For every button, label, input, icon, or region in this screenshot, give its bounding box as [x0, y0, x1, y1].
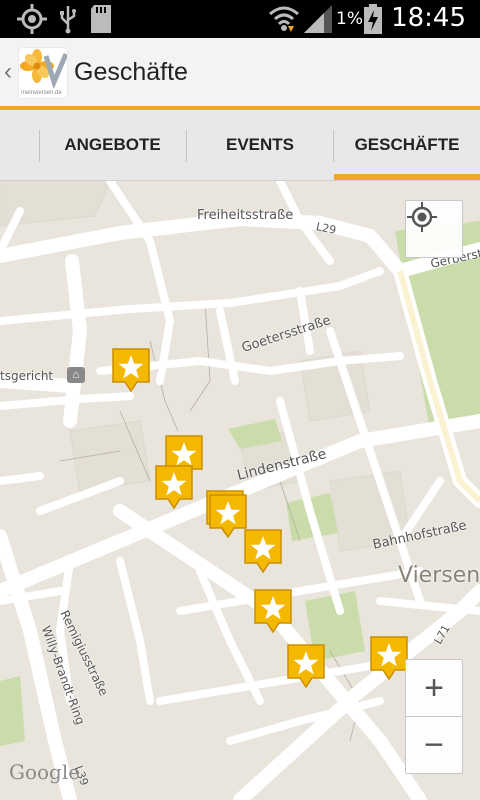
- my-location-icon: [407, 202, 437, 232]
- tab-geschaefte[interactable]: GESCHÄFTE: [334, 110, 480, 180]
- flower-logo-icon: [20, 49, 67, 88]
- gps-icon: [17, 4, 47, 34]
- place-label-amtsgericht: tsgericht: [0, 369, 54, 383]
- app-logo[interactable]: meinviersen.de: [19, 48, 67, 98]
- sd-card-icon: [91, 5, 111, 33]
- logo-text: meinviersen.de: [21, 90, 62, 96]
- tab-label: EVENTS: [225, 135, 295, 154]
- zoom-in-button[interactable]: +: [405, 659, 463, 716]
- map-view[interactable]: Freiheitsstraße L29 Gerberstr Goetersstr…: [0, 181, 480, 800]
- google-attribution: Google: [9, 760, 81, 784]
- museum-icon: ⌂: [67, 367, 85, 383]
- tab-bar: ANGEBOTE EVENTS GESCHÄFTE: [0, 110, 480, 181]
- battery-charging-icon: [364, 4, 382, 34]
- action-bar: [0, 38, 480, 108]
- signal-icon: [304, 5, 332, 33]
- wifi-icon: [269, 6, 299, 32]
- my-location-button[interactable]: [405, 200, 463, 258]
- zoom-out-label: −: [424, 725, 444, 764]
- store-marker[interactable]: [112, 348, 150, 392]
- street-label-freiheitsstrasse: Freiheitsstraße: [197, 208, 294, 223]
- battery-percent: 1%: [336, 9, 363, 29]
- zoom-out-button[interactable]: −: [405, 716, 463, 774]
- zoom-in-label: +: [424, 668, 444, 707]
- usb-icon: [60, 6, 76, 34]
- store-marker[interactable]: [155, 465, 193, 509]
- city-label-viersen: Viersen: [398, 563, 480, 588]
- store-marker[interactable]: [244, 529, 282, 573]
- selected-tab-indicator: [334, 174, 480, 180]
- clock: 18:45: [391, 3, 466, 33]
- back-chevron-icon[interactable]: ‹: [4, 58, 12, 86]
- page-title: Geschäfte: [74, 58, 188, 86]
- tab-label: GESCHÄFTE: [354, 135, 460, 154]
- tab-label: ANGEBOTE: [64, 135, 161, 154]
- store-marker[interactable]: [254, 589, 292, 633]
- store-marker[interactable]: [370, 636, 408, 680]
- store-marker[interactable]: [209, 494, 247, 538]
- store-marker[interactable]: [287, 644, 325, 688]
- status-bar: 1% 18:45: [0, 0, 480, 38]
- tab-events[interactable]: EVENTS: [187, 110, 333, 180]
- tab-angebote[interactable]: ANGEBOTE: [40, 110, 185, 180]
